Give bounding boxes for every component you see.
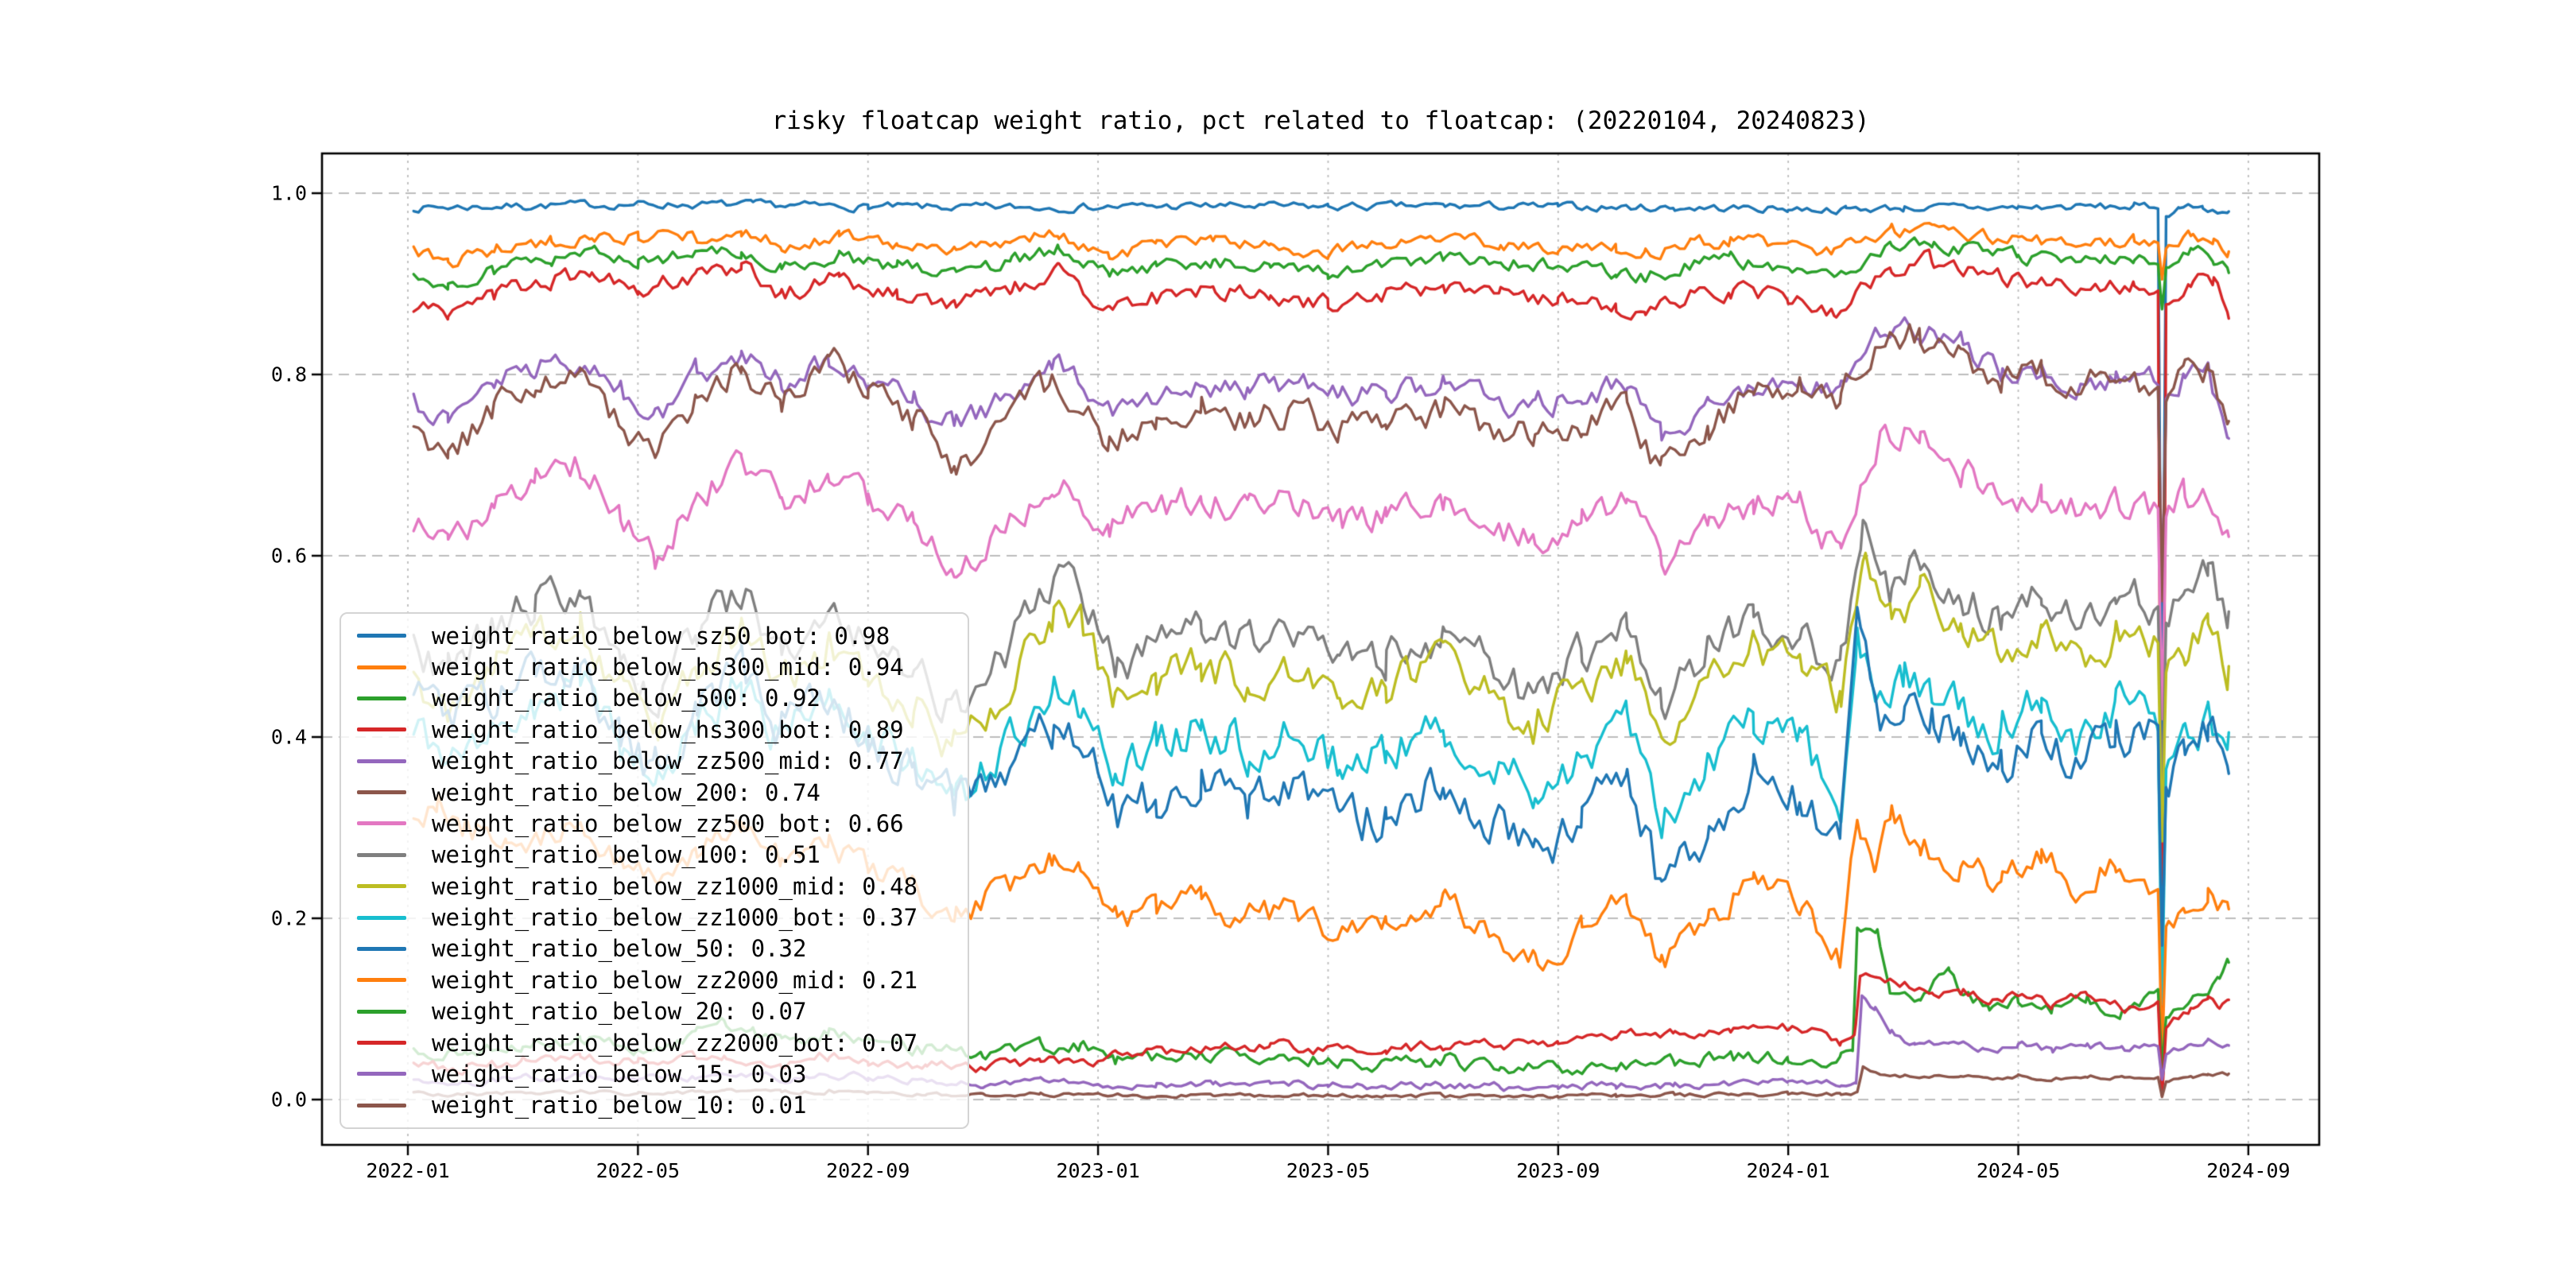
legend-label: weight_ratio_below_hs300_bot: 0.89 (432, 716, 904, 743)
legend-item: weight_ratio_below_hs300_bot: 0.89 (357, 716, 960, 744)
legend-label: weight_ratio_below_zz1000_bot: 0.37 (432, 904, 918, 932)
legend-label: weight_ratio_below_zz1000_mid: 0.48 (432, 872, 918, 900)
legend-label: weight_ratio_below_10: 0.01 (432, 1092, 807, 1119)
x-tick-label: 2024-09 (2206, 1159, 2291, 1182)
legend-item: weight_ratio_below_sz50_bot: 0.98 (357, 622, 960, 650)
legend-swatch (357, 696, 406, 700)
legend-label: weight_ratio_below_100: 0.51 (432, 841, 821, 869)
legend-label: weight_ratio_below_zz500_bot: 0.66 (432, 809, 904, 837)
legend-swatch (357, 884, 406, 889)
legend-label: weight_ratio_below_500: 0.92 (432, 685, 821, 712)
legend-item: weight_ratio_below_500: 0.92 (357, 684, 960, 712)
x-tick-label: 2023-09 (1516, 1159, 1600, 1182)
x-tick-label: 2024-05 (1976, 1159, 2061, 1182)
legend-item: weight_ratio_below_200: 0.74 (357, 778, 960, 807)
legend-swatch (357, 821, 406, 826)
legend-item: weight_ratio_below_50: 0.32 (357, 934, 960, 963)
legend-item: weight_ratio_below_100: 0.51 (357, 840, 960, 869)
legend-label: weight_ratio_below_20: 0.07 (432, 998, 807, 1026)
legend-item: weight_ratio_below_20: 0.07 (357, 997, 960, 1026)
legend-label: weight_ratio_below_50: 0.32 (432, 935, 807, 963)
x-tick-label: 2022-09 (826, 1159, 910, 1182)
chart-figure: risky floatcap weight ratio, pct related… (0, 0, 2576, 1288)
legend-item: weight_ratio_below_zz500_bot: 0.66 (357, 809, 960, 838)
x-tick-label: 2024-01 (1746, 1159, 1830, 1182)
legend-swatch (357, 1103, 406, 1108)
legend-item: weight_ratio_below_10: 0.01 (357, 1091, 960, 1119)
legend-label: weight_ratio_below_sz50_bot: 0.98 (432, 622, 890, 650)
y-tick-label: 0.6 (270, 544, 307, 568)
x-tick-label: 2023-05 (1286, 1159, 1371, 1182)
y-tick-label: 0.0 (270, 1088, 307, 1111)
x-tick-label: 2023-01 (1056, 1159, 1140, 1182)
legend-label: weight_ratio_below_zz2000_bot: 0.07 (432, 1029, 918, 1057)
y-tick-label: 1.0 (270, 181, 307, 205)
legend-label: weight_ratio_below_200: 0.74 (432, 778, 821, 806)
legend-swatch (357, 946, 406, 951)
x-tick-label: 2022-01 (366, 1159, 450, 1182)
legend-swatch (357, 790, 406, 795)
x-tick-label: 2022-05 (596, 1159, 681, 1182)
legend-item: weight_ratio_below_hs300_mid: 0.94 (357, 653, 960, 681)
legend-swatch (357, 727, 406, 732)
legend-swatch (357, 634, 406, 638)
y-tick-label: 0.2 (270, 906, 307, 930)
legend-label: weight_ratio_below_15: 0.03 (432, 1060, 807, 1088)
legend-item: weight_ratio_below_zz500_mid: 0.77 (357, 747, 960, 775)
legend-item: weight_ratio_below_zz1000_bot: 0.37 (357, 903, 960, 932)
legend-swatch (357, 1041, 406, 1046)
legend-swatch (357, 758, 406, 763)
legend-item: weight_ratio_below_15: 0.03 (357, 1060, 960, 1088)
legend-item: weight_ratio_below_zz2000_bot: 0.07 (357, 1029, 960, 1057)
legend-swatch (357, 665, 406, 669)
legend-swatch (357, 852, 406, 857)
legend-swatch (357, 978, 406, 983)
legend-swatch (357, 915, 406, 920)
legend-label: weight_ratio_below_hs300_mid: 0.94 (432, 654, 904, 681)
y-tick-label: 0.8 (270, 363, 307, 386)
legend-swatch (357, 1009, 406, 1014)
legend-label: weight_ratio_below_zz500_mid: 0.77 (432, 747, 904, 775)
legend-item: weight_ratio_below_zz2000_mid: 0.21 (357, 966, 960, 995)
legend-swatch (357, 1072, 406, 1077)
y-tick-label: 0.4 (270, 725, 307, 749)
legend: weight_ratio_below_sz50_bot: 0.98 weight_… (339, 612, 969, 1129)
chart-title: risky floatcap weight ratio, pct related… (771, 107, 1870, 135)
legend-label: weight_ratio_below_zz2000_mid: 0.21 (432, 966, 918, 994)
legend-item: weight_ratio_below_zz1000_mid: 0.48 (357, 872, 960, 901)
